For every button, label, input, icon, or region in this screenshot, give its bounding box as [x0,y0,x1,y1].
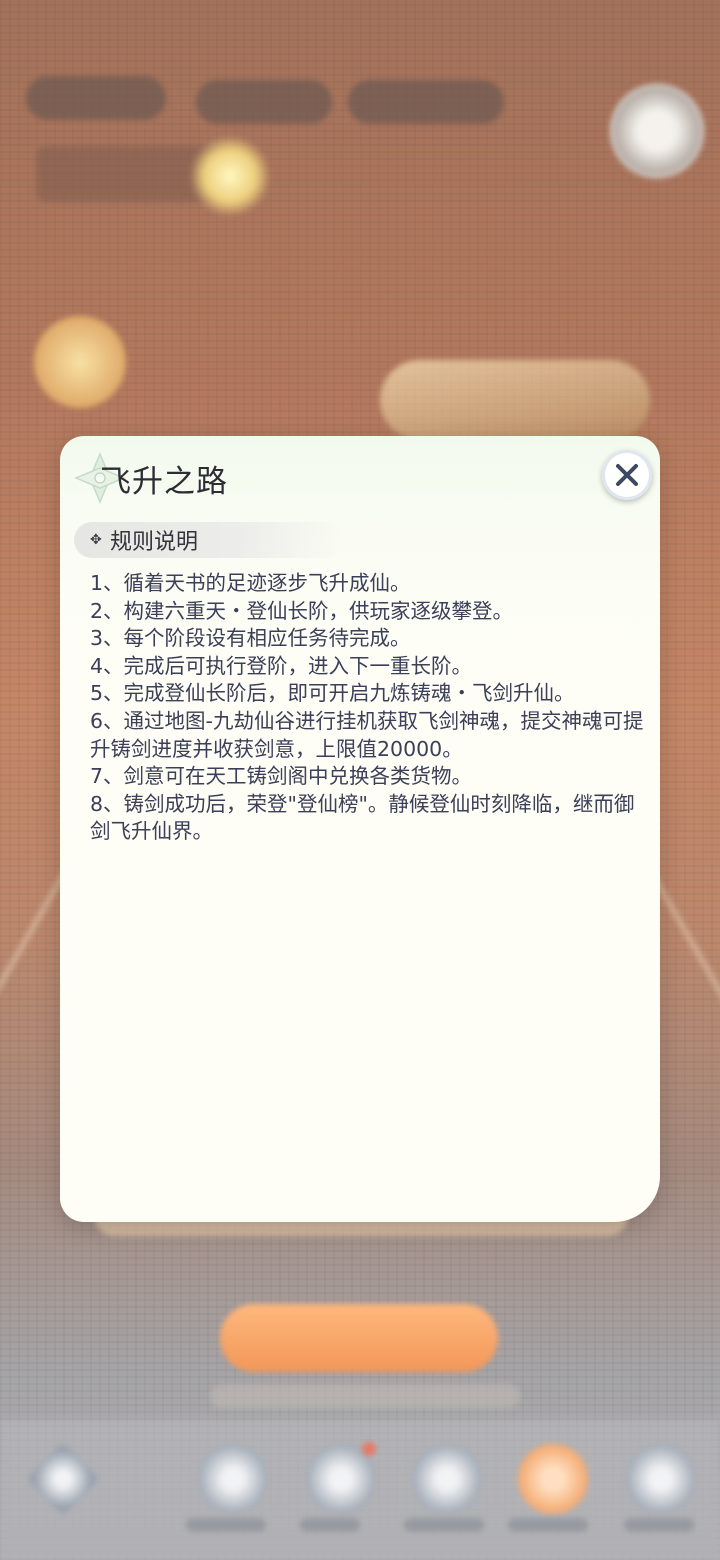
rules-list: 1、循着天书的足迹逐步飞升成仙。 2、构建六重天・登仙长阶，供玩家逐级攀登。 3… [90,570,646,846]
modal-title: 飞升之路 [100,464,228,500]
section-label: 规则说明 [110,530,199,555]
rule-item: 3、每个阶段设有相应任务待完成。 [90,626,411,651]
rule-item: 4、完成后可执行登阶，进入下一重长阶。 [90,653,473,678]
rule-item: 1、循着天书的足迹逐步飞升成仙。 [90,571,411,595]
rule-item: 8、铸剑成功后，荣登"登仙榜"。静候登仙时刻降临，继而御剑飞升仙界。 [90,791,635,844]
close-button[interactable] [602,450,652,500]
rule-item: 5、完成登仙长阶后，即可开启九炼铸魂・飞剑升仙。 [90,681,575,706]
rule-item: 7、剑意可在天工铸剑阁中兑换各类货物。 [90,764,473,789]
sparkle-icon: ✥ [90,532,102,548]
section-header: ✥ 规则说明 [74,522,344,558]
rules-modal: 飞升之路 ✥ 规则说明 1、循着天书的足迹逐步飞升成仙。 2、构建六重天・登仙长… [60,436,660,1222]
rule-item: 2、构建六重天・登仙长阶，供玩家逐级攀登。 [90,598,514,623]
rule-item: 6、通过地图-九劫仙谷进行挂机获取飞剑神魂，提交神魂可提升铸剑进度并收获剑意，上… [90,708,644,761]
close-icon [616,464,638,486]
